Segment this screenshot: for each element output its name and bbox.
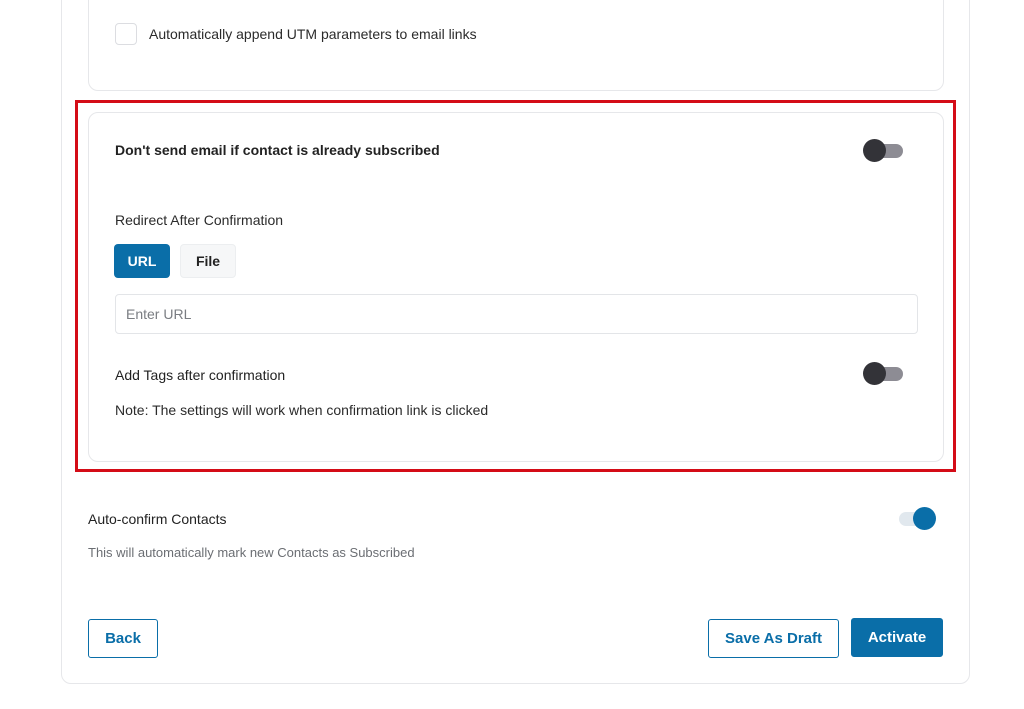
toggle-knob [863,139,886,162]
redirect-type-url-button[interactable]: URL [114,244,170,278]
dont-send-if-subscribed-toggle[interactable] [863,139,905,162]
dont-send-if-subscribed-label: Don't send email if contact is already s… [115,142,440,158]
back-button[interactable]: Back [88,619,158,658]
redirect-after-confirmation-label: Redirect After Confirmation [115,212,284,228]
utm-settings-card [88,0,944,91]
redirect-type-file-button[interactable]: File [180,244,236,278]
confirmation-note: Note: The settings will work when confir… [115,402,489,418]
auto-confirm-toggle[interactable] [895,507,937,530]
auto-confirm-label: Auto-confirm Contacts [88,511,227,527]
activate-button[interactable]: Activate [851,618,943,657]
add-tags-label: Add Tags after confirmation [115,367,286,383]
toggle-knob [913,507,936,530]
utm-checkbox[interactable] [115,23,137,45]
add-tags-toggle[interactable] [863,362,905,385]
redirect-url-input[interactable] [115,294,918,334]
save-as-draft-button[interactable]: Save As Draft [708,619,839,658]
auto-confirm-description: This will automatically mark new Contact… [88,545,415,560]
utm-checkbox-label: Automatically append UTM parameters to e… [149,26,477,42]
toggle-knob [863,362,886,385]
